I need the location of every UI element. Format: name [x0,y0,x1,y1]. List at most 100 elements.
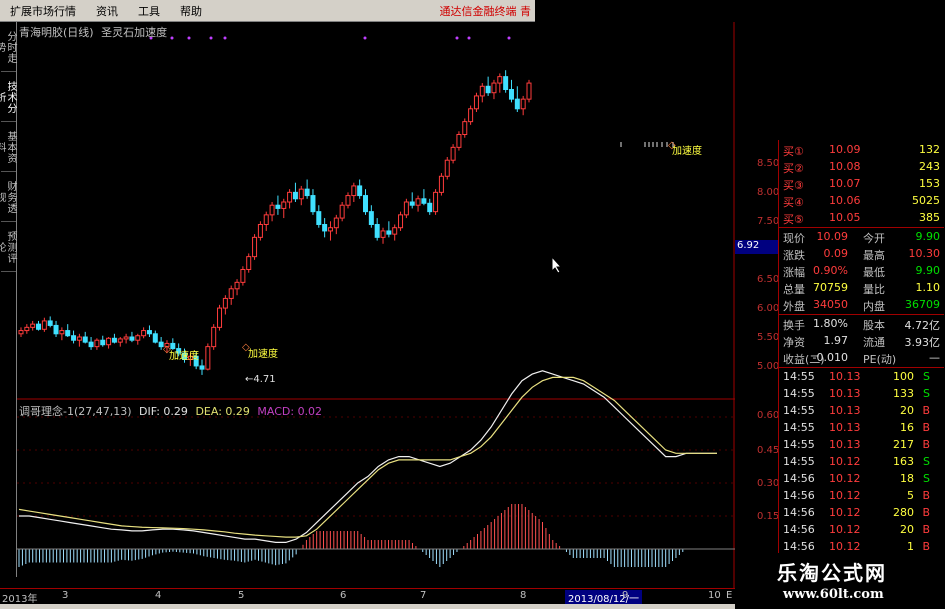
fund-value: 1.97 [823,334,849,347]
menu-item-help[interactable]: 帮助 [170,3,212,19]
candle-body [228,288,234,299]
stat-row: 涨跌 0.09 最高 10.30 [779,246,944,262]
bid-price: 10.07 [829,177,861,190]
candle-body [88,341,94,348]
tick-side: B [922,506,930,519]
time-label: 10 [708,590,721,601]
tick-row: 14:56 10.12 5 B [779,488,944,504]
tick-time: 14:56 [783,472,815,485]
candle-body [456,134,462,148]
tick-time: 14:56 [783,523,815,536]
candle-body [100,339,106,346]
kline-macd-svg[interactable]: ◇ ◇◇ [17,22,735,588]
quote-panel: 买① 10.09 132 买② 10.08 243 买③ 10.07 153 买④ 10.06 502… [778,140,945,585]
candle-body [363,195,369,213]
candle-body [526,82,532,100]
tick-price: 10.13 [829,421,861,434]
signal-dot [170,36,174,40]
current-price-tag: 6.92 [735,240,778,254]
stat-row: 总量 70759 量比 1.10 [779,280,944,296]
menu-item-info[interactable]: 资讯 [86,3,128,19]
fund-label: 净资 [783,336,805,349]
tab-intraday[interactable]: 分时走势 [0,24,16,72]
tick-price: 10.13 [829,370,861,383]
bid-label: 买③ [783,179,804,192]
watermark-title: 乐淘公式网 [777,561,887,585]
candle-body [351,185,357,197]
stat-label: 最高 [863,249,885,262]
candle-body [246,256,252,270]
tick-price: 10.12 [829,506,861,519]
tick-time: 14:56 [783,506,815,519]
candle-body [117,338,123,343]
candle-body [304,188,310,197]
tab-profile[interactable]: 基本资料 [0,124,16,172]
tick-side: S [923,472,930,485]
candle-body [514,98,520,110]
fund-label: 换手 [783,319,805,332]
tab-financial[interactable]: 财务透视 [0,174,16,222]
time-label: 6 [340,590,347,601]
price-axis-label: 7.50 [757,216,780,227]
price-axis-label: 5.50 [757,332,780,343]
menu-item-extended-market[interactable]: 扩展市场行情 [0,3,86,19]
tick-row: 14:55 10.13 217 B [779,437,944,453]
tick-row: 14:56 10.12 20 B [779,522,944,538]
candle-body [392,227,398,235]
fund-value: — [929,351,940,364]
tick-volume: 1 [907,540,914,553]
candle-body [199,365,205,370]
tick-side: B [922,438,930,451]
tab-technical[interactable]: 技术分析 [0,74,16,122]
fund-value: -0.010 [812,351,848,364]
stat-value: 36709 [905,298,940,311]
candle-body [36,323,42,330]
stat-label: 总量 [783,283,805,296]
candle-body [386,230,392,235]
bid-row: 买① 10.09 132 [779,142,944,158]
bid-volume: 243 [919,160,940,173]
tick-row: 14:55 10.13 20 B [779,403,944,419]
price-axis-label: 8.50 [757,158,780,169]
tick-row: 14:56 10.12 18 S [779,471,944,487]
tick-time: 14:56 [783,489,815,502]
tick-side: B [922,540,930,553]
tick-row: 14:55 10.13 16 B [779,420,944,436]
stat-label: 今开 [863,232,885,245]
dif-value: DIF: 0.29 [139,405,188,418]
candle-body [433,191,439,213]
stat-value: 0.90% [813,264,848,277]
candle-body [257,224,263,238]
tick-volume: 5 [907,489,914,502]
tick-volume: 18 [900,472,914,485]
signal-label-1: 加速度 [169,351,199,362]
candle-body [398,214,404,229]
fund-row: 收益(二) -0.010 PE(动) — [779,350,944,366]
candle-body [497,76,503,84]
signal-label-3: 加速度 [672,146,702,157]
candle-body [374,224,380,238]
candle-body [30,323,36,328]
stat-row: 现价 10.09 今开 9.90 [779,229,944,245]
stat-value: 10.30 [908,247,941,260]
stat-label: 外盘 [783,300,805,313]
tick-price: 10.12 [829,489,861,502]
candle-body [310,195,316,213]
time-label: E [726,590,733,601]
candle-body [421,198,427,204]
candle-body [368,211,374,225]
bid-row: 买⑤ 10.05 385 [779,210,944,226]
bid-row: 买③ 10.07 153 [779,176,944,192]
menu-item-tools[interactable]: 工具 [128,3,170,19]
tick-volume: 20 [900,523,914,536]
price-axis-label: 6.00 [757,303,780,314]
chart-area[interactable]: ◇ ◇ ◇ 青海明胶(日线) 圣灵石加速度 调哥理念-1(27,47,13) DIF… [17,22,735,588]
app-brand: 通达信金融终端 青 [439,4,532,18]
signal-dot [455,36,459,40]
tab-forecast[interactable]: 预测评论 [0,224,16,272]
bid-row: 买④ 10.06 5025 [779,193,944,209]
candle-body [234,281,240,290]
candle-body [327,227,333,232]
tick-volume: 133 [893,387,914,400]
candle-body [106,337,112,346]
